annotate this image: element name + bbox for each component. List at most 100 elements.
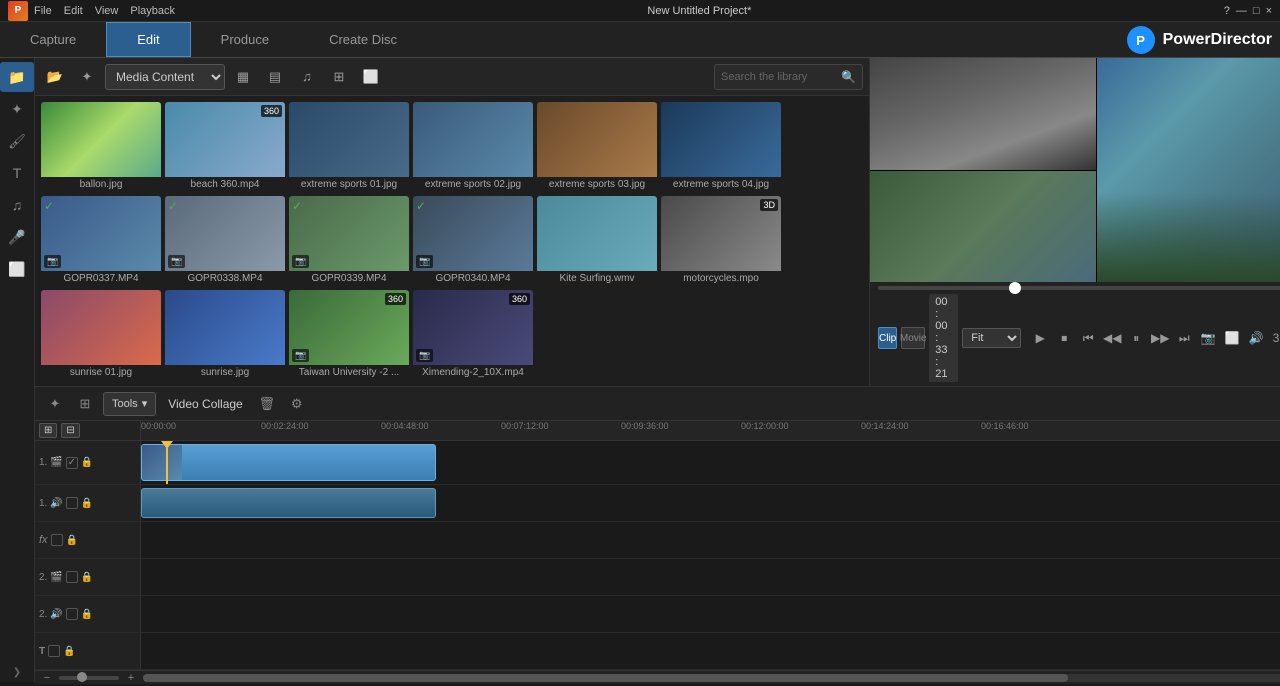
view-all-btn[interactable]: ⊞ [325, 64, 353, 90]
fast-forward-btn[interactable]: ▶▶ [1149, 328, 1171, 348]
track-visible-checkbox[interactable] [51, 534, 63, 546]
help-btn[interactable]: ? [1224, 5, 1230, 17]
timeline-magic-btn[interactable]: ✦ [43, 392, 67, 416]
rewind-btn[interactable]: ◀◀ [1101, 328, 1123, 348]
track-visible-checkbox[interactable] [66, 608, 78, 620]
tab-produce[interactable]: Produce [191, 22, 299, 57]
track-visible-checkbox[interactable]: ✓ [66, 457, 78, 469]
playhead[interactable] [166, 441, 168, 484]
track-content-audio-1[interactable] [141, 485, 1280, 521]
view-thumb-btn[interactable]: ⬜ [357, 64, 385, 90]
prev-frame-btn[interactable]: ⏮ [1077, 328, 1099, 348]
list-item[interactable]: extreme sports 04.jpg [661, 102, 781, 192]
filter-audio-btn[interactable]: ♫ [293, 64, 321, 90]
list-item[interactable]: sunrise 01.jpg [41, 290, 161, 380]
fullscreen-btn[interactable]: ⬜ [1221, 328, 1243, 348]
sidebar-icon-chapter[interactable]: ⬜ [0, 254, 34, 284]
timeline-scrollbar-thumb[interactable] [143, 674, 1068, 682]
view-grid-btn[interactable]: ▦ [229, 64, 257, 90]
clip-block[interactable] [141, 444, 436, 481]
list-item[interactable]: extreme sports 02.jpg [413, 102, 533, 192]
track-lock-icon[interactable]: 🔒 [81, 609, 93, 620]
media-thumb [413, 102, 533, 177]
tab-create-disc[interactable]: Create Disc [299, 22, 427, 57]
snapshot-btn[interactable]: 📷 [1197, 328, 1219, 348]
maximize-btn[interactable]: □ [1253, 5, 1260, 17]
list-item[interactable]: extreme sports 01.jpg [289, 102, 409, 192]
sidebar-icon-color[interactable]: 🖌 [0, 126, 34, 156]
timeline-scrollbar[interactable] [143, 674, 1280, 682]
list-item[interactable]: sunrise.jpg [165, 290, 285, 380]
list-item[interactable]: ✓ 📷 GOPR0337.MP4 [41, 196, 161, 286]
track-lock-icon[interactable]: 🔒 [81, 457, 93, 468]
magic-btn[interactable]: ✦ [73, 64, 101, 90]
list-item[interactable]: 360 beach 360.mp4 [165, 102, 285, 192]
track-lock-icon[interactable]: 🔒 [81, 498, 93, 509]
tab-capture[interactable]: Capture [0, 22, 106, 57]
zoom-thumb[interactable] [77, 672, 87, 682]
zoom-slider[interactable] [59, 676, 119, 680]
zoom-tracks-btn[interactable]: ⊟ [61, 423, 79, 438]
list-item[interactable]: ✓ 📷 GOPR0340.MP4 [413, 196, 533, 286]
track-content-video-2[interactable] [141, 559, 1280, 595]
view-list-btn[interactable]: ▤ [261, 64, 289, 90]
menu-view[interactable]: View [95, 5, 119, 17]
preview-timeline-slider[interactable] [878, 286, 1280, 290]
track-content-fx[interactable] [141, 522, 1280, 558]
audio-clip-block[interactable] [141, 488, 436, 518]
list-item[interactable]: ✓ 📷 GOPR0338.MP4 [165, 196, 285, 286]
close-btn[interactable]: × [1266, 5, 1272, 17]
zoom-fit-btn[interactable]: ⊞ [73, 392, 97, 416]
list-item[interactable]: extreme sports 03.jpg [537, 102, 657, 192]
list-item[interactable]: Kite Surfing.wmv [537, 196, 657, 286]
fit-dropdown[interactable]: Fit 50% 100% [962, 328, 1021, 348]
track-content-audio-2[interactable] [141, 596, 1280, 632]
sidebar-icon-media[interactable]: 📁 [0, 62, 34, 92]
clip-btn[interactable]: Clip [878, 327, 897, 349]
next-frame-btn[interactable]: ⏭ [1173, 328, 1195, 348]
menu-file[interactable]: File [34, 5, 52, 17]
list-item[interactable]: ballon.jpg [41, 102, 161, 192]
list-item[interactable]: 3D motorcycles.mpo [661, 196, 781, 286]
zoom-in-btn[interactable]: + [123, 670, 139, 686]
search-input[interactable] [721, 71, 841, 83]
track-content-video-1[interactable] [141, 441, 1280, 484]
tab-edit[interactable]: Edit [106, 22, 190, 57]
window-controls[interactable]: ? — □ × [1224, 5, 1272, 17]
track-content-text[interactable] [141, 633, 1280, 669]
track-lock-icon[interactable]: 🔒 [81, 572, 93, 583]
sidebar-icon-audio[interactable]: ♫ [0, 190, 34, 220]
check-icon: ✓ [44, 199, 54, 213]
delete-clip-btn[interactable]: 🗑 [255, 392, 279, 416]
track-label-audio-1: 1. 🔊 🔒 [35, 485, 141, 521]
list-item[interactable]: 360 📷 Taiwan University -2 ... [289, 290, 409, 380]
import-media-btn[interactable]: 📂 [41, 64, 69, 90]
pause-btn[interactable]: ⏸ [1125, 328, 1147, 348]
track-visible-checkbox[interactable] [66, 571, 78, 583]
zoom-out-btn[interactable]: − [39, 670, 55, 686]
play-btn[interactable]: ▶ [1029, 328, 1051, 348]
list-item[interactable]: ✓ 📷 GOPR0339.MP4 [289, 196, 409, 286]
volume-btn[interactable]: 🔊 [1245, 328, 1267, 348]
clip-icon: 📷 [416, 349, 433, 362]
track-visible-checkbox[interactable] [66, 497, 78, 509]
fit-tracks-btn[interactable]: ⊞ [39, 423, 57, 438]
sidebar-icon-fx[interactable]: ✦ [0, 94, 34, 124]
sidebar-collapse-btn[interactable]: ❯ [9, 662, 25, 682]
clip-settings-btn[interactable]: ⚙ [285, 392, 309, 416]
list-item[interactable]: 360 📷 Ximending-2_10X.mp4 [413, 290, 533, 380]
track-lock-icon[interactable]: 🔒 [66, 535, 78, 546]
preview-slider-thumb[interactable] [1009, 282, 1021, 294]
menu-playback[interactable]: Playback [130, 5, 175, 17]
menu-edit[interactable]: Edit [64, 5, 83, 17]
track-lock-icon[interactable]: 🔒 [63, 646, 75, 657]
tools-dropdown-btn[interactable]: Tools ▾ [103, 392, 156, 416]
movie-btn[interactable]: Movie [901, 327, 925, 349]
3d-btn[interactable]: 3D [1269, 328, 1280, 348]
sidebar-icon-title[interactable]: T [0, 158, 34, 188]
sidebar-icon-voice[interactable]: 🎤 [0, 222, 34, 252]
media-type-dropdown[interactable]: Media Content Video Photo Audio [105, 64, 225, 90]
stop-btn[interactable]: ⏹ [1053, 328, 1075, 348]
track-visible-checkbox[interactable] [48, 645, 60, 657]
minimize-btn[interactable]: — [1236, 5, 1247, 17]
